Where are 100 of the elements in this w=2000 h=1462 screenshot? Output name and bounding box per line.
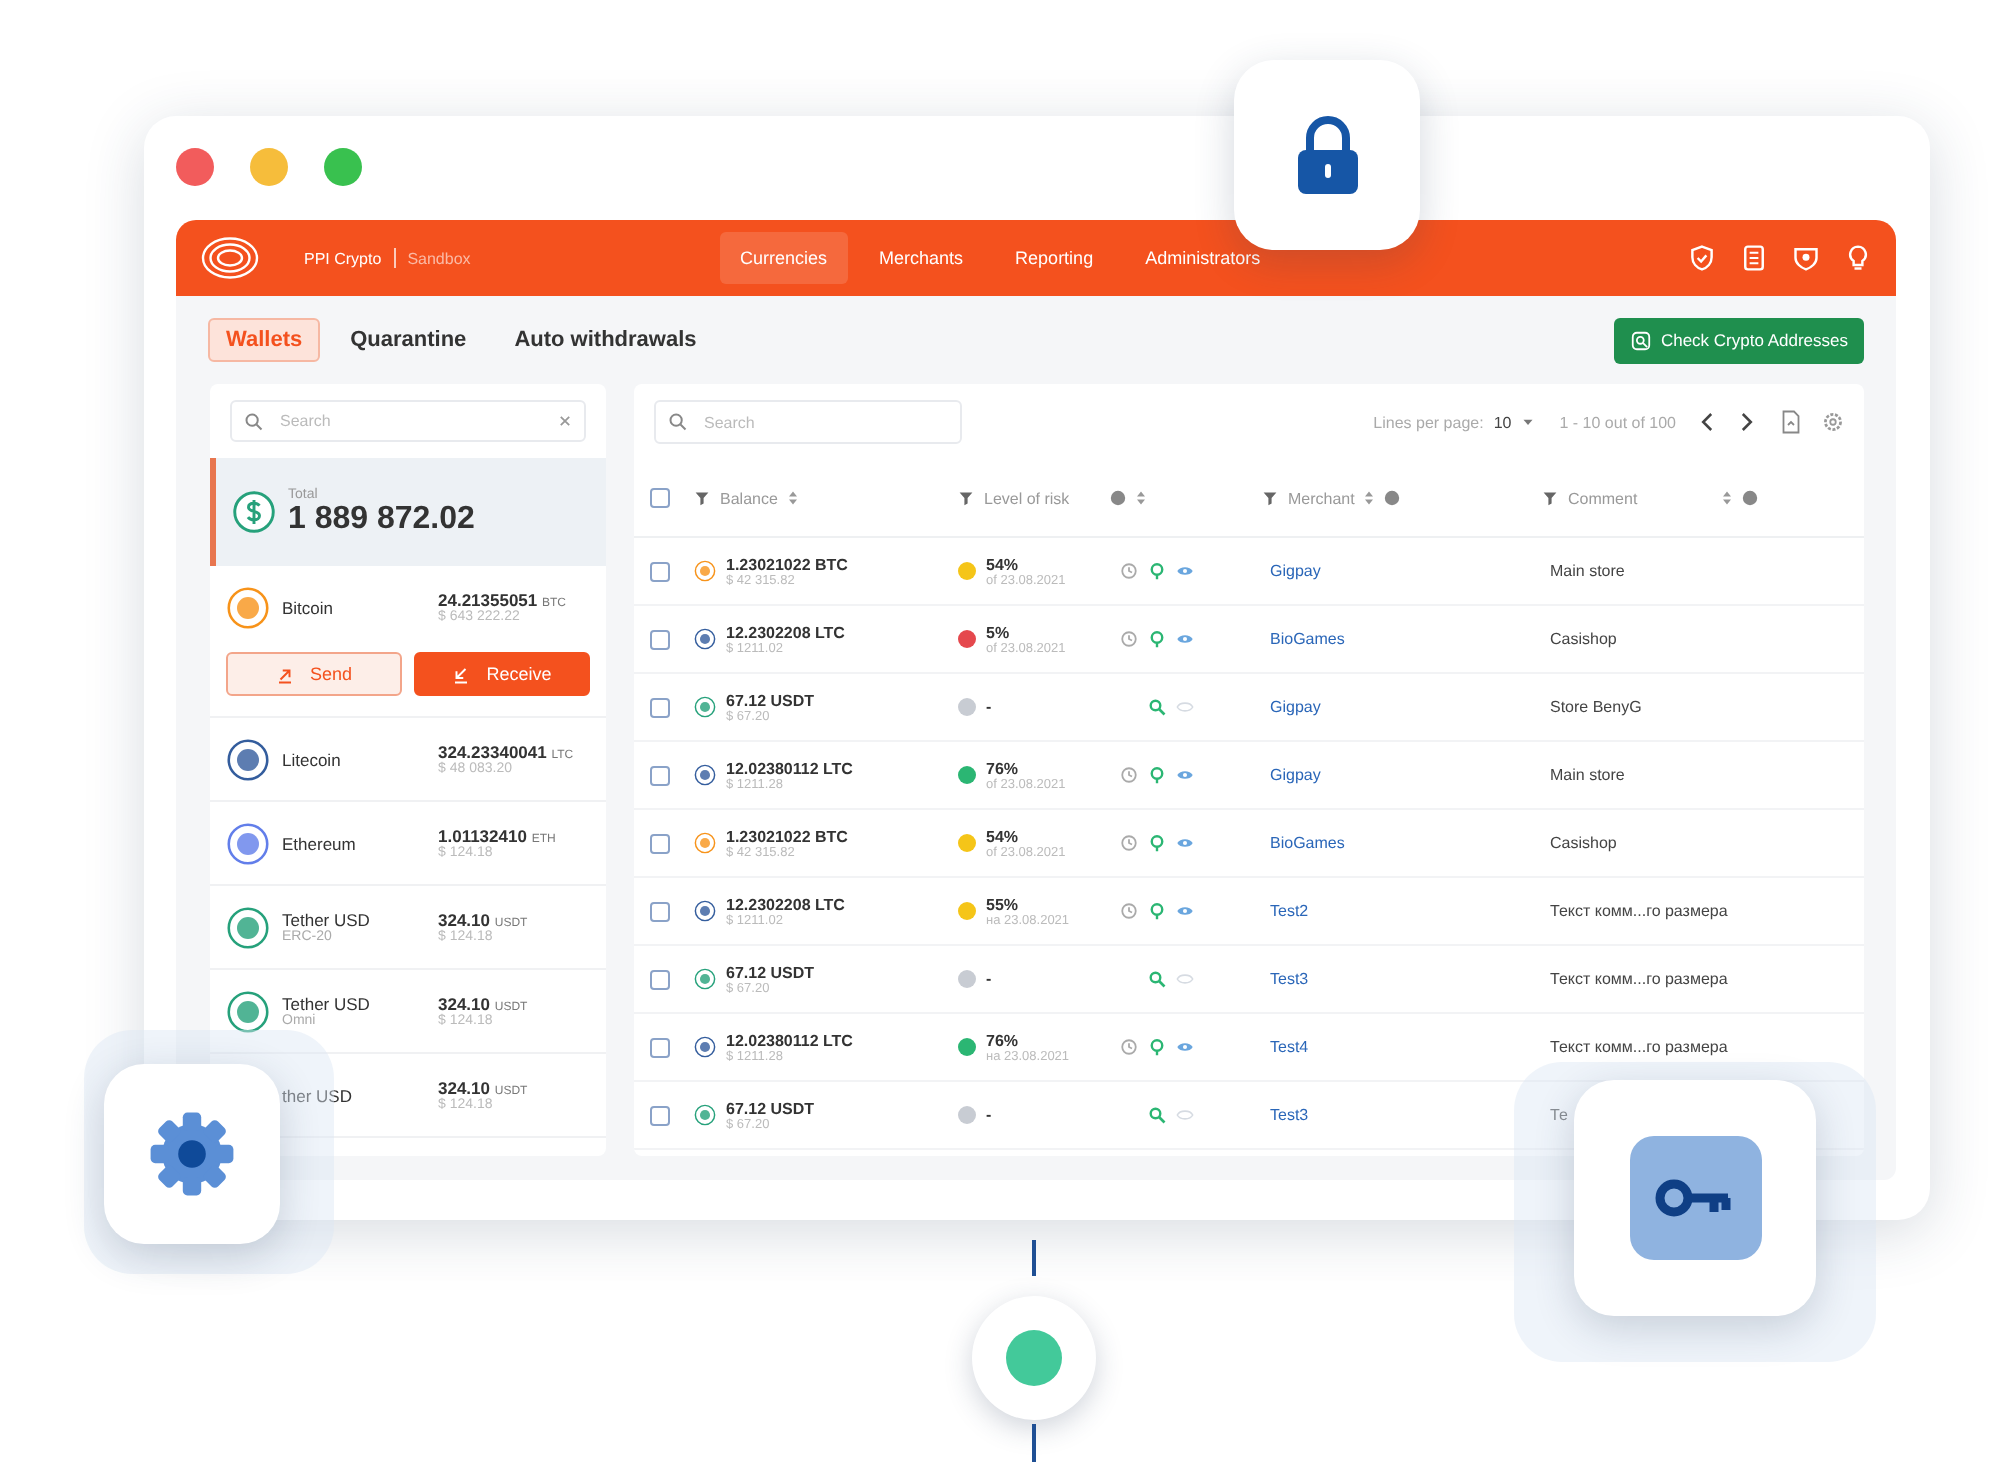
risk-score: - (986, 1106, 992, 1124)
eye-icon[interactable] (1176, 1038, 1194, 1056)
search-field[interactable]: Search (654, 400, 962, 444)
clear-icon[interactable] (558, 414, 572, 428)
info-dot-icon[interactable] (1110, 490, 1126, 506)
row-checkbox[interactable] (650, 833, 670, 853)
lightbulb-icon[interactable] (1844, 244, 1872, 272)
merchant-link[interactable]: Test3 (1262, 1106, 1542, 1124)
clock-icon[interactable] (1120, 1038, 1138, 1056)
badge-icon[interactable] (1792, 244, 1820, 272)
merchant-link[interactable]: Test3 (1262, 970, 1542, 988)
info-dot-icon[interactable] (1384, 490, 1401, 506)
comment-text: Casishop (1548, 630, 1619, 648)
eye-icon[interactable] (1176, 834, 1194, 852)
clock-icon[interactable] (1120, 766, 1138, 784)
pin-icon[interactable] (1148, 834, 1166, 852)
coin-icon (226, 585, 270, 629)
zoom-button[interactable] (324, 148, 362, 186)
clock-icon[interactable] (1120, 630, 1138, 648)
search-icon[interactable] (1148, 970, 1166, 988)
select-all-checkbox[interactable] (650, 488, 670, 508)
merchant-link[interactable]: Test4 (1262, 1038, 1542, 1056)
gear-icon (146, 1108, 238, 1200)
search-field[interactable]: Search (230, 400, 586, 442)
row-checkbox[interactable] (650, 1037, 670, 1057)
filter-icon[interactable] (694, 490, 710, 506)
row-checkbox[interactable] (650, 765, 670, 785)
merchant-link[interactable]: BioGames (1262, 834, 1542, 852)
export-file-icon[interactable] (1780, 410, 1802, 434)
document-icon[interactable] (1740, 244, 1768, 272)
risk-score: 76% (986, 1031, 1021, 1049)
sort-icon[interactable] (1136, 490, 1146, 506)
nav-tab[interactable]: Currencies (720, 232, 848, 284)
eye-icon[interactable] (1176, 766, 1194, 784)
pin-icon[interactable] (1148, 766, 1166, 784)
search-icon (244, 411, 264, 431)
lines-per-page-select[interactable]: 10 (1493, 413, 1512, 431)
eye-icon[interactable] (1176, 970, 1194, 988)
eye-icon[interactable] (1176, 698, 1194, 716)
sort-icon[interactable] (1364, 490, 1375, 506)
nav-tab[interactable]: Reporting (995, 232, 1114, 284)
row-checkbox[interactable] (650, 901, 670, 921)
pin-icon[interactable] (1148, 1038, 1166, 1056)
clock-icon[interactable] (1120, 562, 1138, 580)
dropdown-caret-icon[interactable] (1521, 416, 1534, 428)
search-icon[interactable] (1148, 1106, 1166, 1124)
send-button[interactable]: Send (226, 652, 402, 696)
info-dot-icon[interactable] (1742, 490, 1758, 506)
risk-score: - (986, 970, 992, 988)
merchant-link[interactable]: Test2 (1262, 902, 1542, 920)
next-page-icon[interactable] (1738, 412, 1754, 432)
search-input[interactable]: Search (700, 411, 948, 433)
brand-name: PPI Crypto (304, 249, 382, 267)
merchant-link[interactable]: Gigpay (1262, 562, 1542, 580)
filter-icon[interactable] (1262, 490, 1278, 506)
minimize-button[interactable] (250, 148, 288, 186)
previous-page-icon[interactable] (1700, 412, 1716, 432)
eye-icon[interactable] (1176, 630, 1194, 648)
clock-icon[interactable] (1120, 834, 1138, 852)
search-input[interactable]: Search (276, 410, 546, 432)
eye-icon[interactable] (1176, 902, 1194, 920)
row-checkbox[interactable] (650, 697, 670, 717)
nav-tab[interactable]: Merchants (859, 232, 984, 284)
pin-icon[interactable] (1148, 902, 1166, 920)
sort-icon[interactable] (787, 490, 798, 506)
filter-icon[interactable] (958, 490, 974, 506)
pin-icon[interactable] (1148, 562, 1166, 580)
merchant-link[interactable]: Gigpay (1262, 766, 1542, 784)
column-header[interactable]: Balance (720, 489, 778, 507)
merchant-link[interactable]: BioGames (1262, 630, 1542, 648)
coin-icon (226, 905, 270, 949)
close-button[interactable] (176, 148, 214, 186)
pin-icon[interactable] (1148, 630, 1166, 648)
eye-icon[interactable] (1176, 1106, 1194, 1124)
settings-icon[interactable] (1822, 410, 1844, 434)
nav-tab[interactable]: Administrators (1125, 232, 1281, 284)
coin-icon (694, 968, 716, 990)
coin-icon (694, 1036, 716, 1058)
search-icon[interactable] (1148, 698, 1166, 716)
balance-amount: 1.23021022 BTC (726, 827, 848, 845)
balance-amount: 12.2302208 LTC (726, 895, 845, 913)
clock-icon[interactable] (1120, 902, 1138, 920)
key-icon (1629, 1136, 1761, 1260)
merchant-link[interactable]: Gigpay (1262, 698, 1542, 716)
comment-text: Текст комм...го размера (1548, 1038, 1730, 1056)
row-checkbox[interactable] (650, 561, 670, 581)
check-addresses-button[interactable]: Check Crypto Addresses (1614, 317, 1864, 363)
row-checkbox[interactable] (650, 969, 670, 989)
tab[interactable]: Quarantine (332, 318, 485, 362)
coin-icon (226, 989, 270, 1033)
tab[interactable]: Auto withdrawals (496, 318, 715, 362)
balance-amount: 67.12 USDT (726, 691, 815, 709)
shield-icon[interactable] (1688, 244, 1716, 272)
receive-button[interactable]: Receive (414, 652, 590, 696)
eye-icon[interactable] (1176, 562, 1194, 580)
row-checkbox[interactable] (650, 629, 670, 649)
filter-icon[interactable] (1542, 490, 1558, 506)
comment-text: Casishop (1548, 834, 1619, 852)
row-checkbox[interactable] (650, 1105, 670, 1125)
sort-icon[interactable] (1722, 490, 1732, 506)
